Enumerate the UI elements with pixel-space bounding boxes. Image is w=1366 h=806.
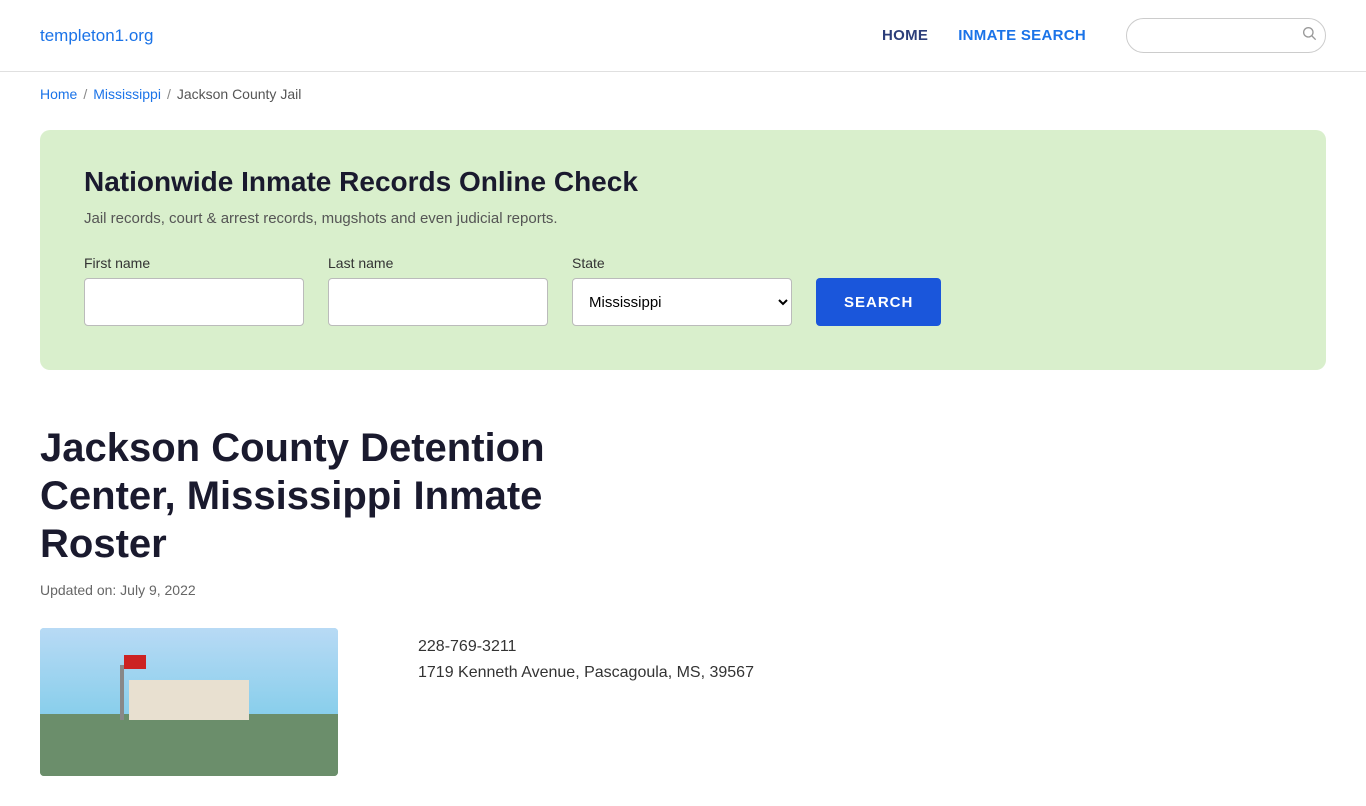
search-icon xyxy=(1301,25,1317,46)
breadcrumb-sep-2: / xyxy=(167,86,171,102)
last-name-group: Last name xyxy=(328,255,548,326)
facility-phone: 228-769-3211 xyxy=(418,638,754,656)
breadcrumb-home[interactable]: Home xyxy=(40,86,77,102)
state-select[interactable]: Mississippi xyxy=(572,278,792,326)
first-name-label: First name xyxy=(84,255,304,271)
facility-image-pole xyxy=(120,665,124,720)
facility-address: 1719 Kenneth Avenue, Pascagoula, MS, 395… xyxy=(418,664,754,682)
search-button[interactable]: SEARCH xyxy=(816,278,941,326)
updated-date: Updated on: July 9, 2022 xyxy=(40,582,1326,598)
content-row: 228-769-3211 1719 Kenneth Avenue, Pascag… xyxy=(40,628,1326,776)
page-title: Jackson County Detention Center, Mississ… xyxy=(40,424,660,568)
nav-brand[interactable]: templeton1.org xyxy=(40,26,153,46)
nav-search-input[interactable] xyxy=(1141,28,1301,44)
navbar: templeton1.org HOME INMATE SEARCH xyxy=(0,0,1366,72)
first-name-input[interactable] xyxy=(84,278,304,326)
nav-link-inmate-search[interactable]: INMATE SEARCH xyxy=(958,27,1086,44)
breadcrumb-sep-1: / xyxy=(83,86,87,102)
first-name-group: First name xyxy=(84,255,304,326)
last-name-input[interactable] xyxy=(328,278,548,326)
last-name-label: Last name xyxy=(328,255,548,271)
nav-search-box xyxy=(1126,18,1326,53)
facility-image-flag xyxy=(124,655,146,669)
facility-info: 228-769-3211 1719 Kenneth Avenue, Pascag… xyxy=(418,628,754,682)
facility-image-ground xyxy=(40,714,338,776)
breadcrumb-mississippi[interactable]: Mississippi xyxy=(93,86,161,102)
nav-links: HOME INMATE SEARCH xyxy=(882,27,1086,44)
breadcrumb: Home / Mississippi / Jackson County Jail xyxy=(0,72,1366,116)
nav-link-home[interactable]: HOME xyxy=(882,27,928,44)
state-group: State Mississippi xyxy=(572,255,792,326)
search-panel-title: Nationwide Inmate Records Online Check xyxy=(84,166,1282,198)
search-panel: Nationwide Inmate Records Online Check J… xyxy=(40,130,1326,370)
facility-image xyxy=(40,628,338,776)
facility-image-building xyxy=(129,680,249,720)
main-content: Jackson County Detention Center, Mississ… xyxy=(0,384,1366,806)
breadcrumb-current: Jackson County Jail xyxy=(177,86,302,102)
state-label: State xyxy=(572,255,792,271)
search-panel-description: Jail records, court & arrest records, mu… xyxy=(84,210,1282,227)
search-fields: First name Last name State Mississippi S… xyxy=(84,255,1282,326)
